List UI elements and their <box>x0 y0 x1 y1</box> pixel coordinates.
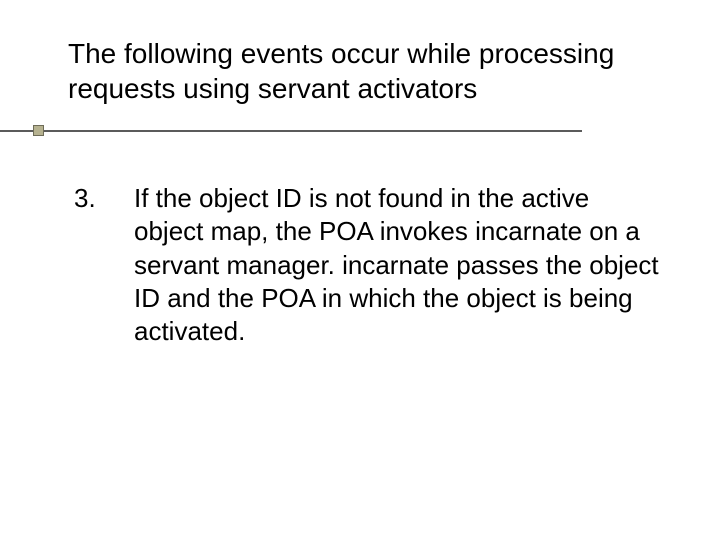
divider-notch <box>33 125 44 136</box>
slide-body: 3. If the object ID is not found in the … <box>68 182 664 348</box>
slide: The following events occur while process… <box>0 0 720 540</box>
list-item-text: If the object ID is not found in the act… <box>124 182 664 348</box>
slide-title: The following events occur while process… <box>68 36 664 106</box>
title-divider <box>0 130 720 132</box>
divider-line <box>0 130 582 132</box>
numbered-list: 3. If the object ID is not found in the … <box>68 182 664 348</box>
list-item-number: 3. <box>68 182 124 215</box>
list-item: 3. If the object ID is not found in the … <box>68 182 664 348</box>
